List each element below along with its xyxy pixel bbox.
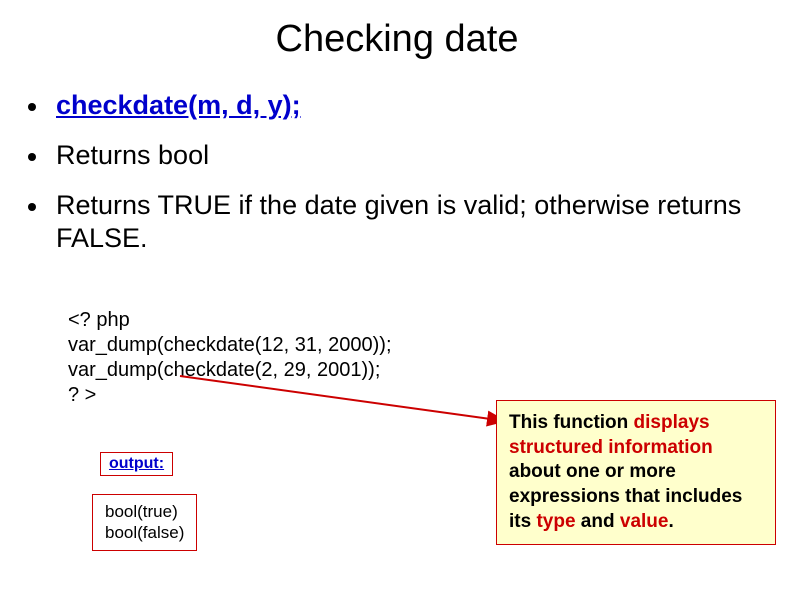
slide-title: Checking date — [0, 0, 794, 73]
desc-text: This function — [509, 412, 634, 433]
output-label-box: output: — [100, 452, 173, 476]
code-line: var_dump(checkdate(2, 29, 2001)); — [68, 358, 392, 383]
code-line: var_dump(checkdate(12, 31, 2000)); — [68, 333, 392, 358]
output-line: bool(true) — [105, 501, 184, 522]
bullet-list: checkdate(m, d, y); Returns bool Returns… — [0, 89, 794, 256]
output-box: bool(true) bool(false) — [92, 494, 197, 551]
php-code-block: <? php var_dump(checkdate(12, 31, 2000))… — [68, 308, 392, 408]
desc-highlight: value — [620, 511, 669, 532]
bullet-checkdate-signature: checkdate(m, d, y); — [28, 89, 766, 123]
bullet-returns-true-desc: Returns TRUE if the date given is valid;… — [28, 189, 766, 257]
desc-text: and — [576, 511, 620, 532]
code-line: <? php — [68, 308, 392, 333]
code-line: ? > — [68, 383, 392, 408]
bullet-returns-bool: Returns bool — [28, 139, 766, 173]
checkdate-link: checkdate(m, d, y); — [56, 90, 301, 120]
desc-text: . — [668, 511, 673, 532]
description-box: This function displays structured inform… — [496, 400, 776, 545]
output-label: output: — [109, 455, 164, 472]
output-line: bool(false) — [105, 522, 184, 543]
desc-highlight: type — [536, 511, 575, 532]
